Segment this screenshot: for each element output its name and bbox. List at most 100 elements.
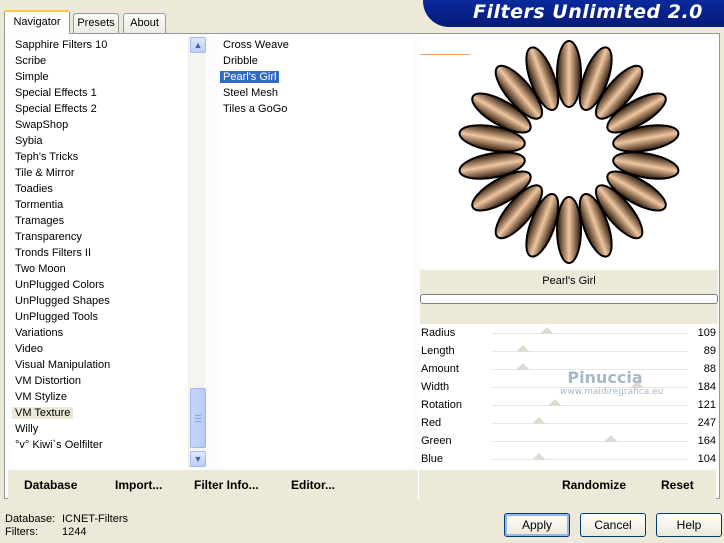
slider-track[interactable] xyxy=(492,333,688,334)
filter-item-label: Steel Mesh xyxy=(223,87,279,99)
slider-value: 88 xyxy=(703,363,716,375)
category-item[interactable]: Special Effects 2 xyxy=(12,101,100,117)
category-list[interactable]: Sapphire Filters 10 Scribe Simple Special E… xyxy=(12,36,188,468)
category-item[interactable]: VM Distortion xyxy=(12,373,84,389)
import-button[interactable]: Import... xyxy=(115,478,162,492)
progress-bar xyxy=(420,294,718,304)
category-item[interactable]: Two Moon xyxy=(12,261,69,277)
category-item-label: Tronds Filters II xyxy=(15,247,91,259)
slider-green[interactable]: Green 164 xyxy=(420,433,718,451)
category-item[interactable]: Sapphire Filters 10 xyxy=(12,37,110,53)
slider-amount[interactable]: Amount 88 xyxy=(420,361,718,379)
category-item[interactable]: SwapShop xyxy=(12,117,71,133)
preview-flower-image xyxy=(458,40,680,264)
category-item-label: Special Effects 2 xyxy=(15,103,97,115)
category-item-label: Visual Manipulation xyxy=(15,359,111,371)
category-item[interactable]: Toadies xyxy=(12,181,56,197)
category-item[interactable]: Tormentia xyxy=(12,197,66,213)
apply-button[interactable]: Apply xyxy=(504,513,570,537)
filter-item-label: Cross Weave xyxy=(223,39,289,51)
slider-label: Blue xyxy=(421,453,444,465)
category-item-label: VM Texture xyxy=(12,407,74,419)
category-item-label: UnPlugged Shapes xyxy=(15,295,110,307)
filters-count-value: 1244 xyxy=(62,526,87,538)
slider-red[interactable]: Red 247 xyxy=(420,415,718,433)
filter-item-label: Tiles a GoGo xyxy=(223,103,288,115)
category-item[interactable]: UnPlugged Shapes xyxy=(12,293,113,309)
category-item[interactable]: Sybia xyxy=(12,133,46,149)
category-item[interactable]: Simple xyxy=(12,69,52,85)
category-item[interactable]: UnPlugged Colors xyxy=(12,277,107,293)
slider-length[interactable]: Length 89 xyxy=(420,343,718,361)
scroll-thumb[interactable] xyxy=(190,388,206,448)
slider-rotation[interactable]: Rotation 121 xyxy=(420,397,718,415)
scroll-up-button[interactable]: ▲ xyxy=(190,37,206,53)
slider-value: 109 xyxy=(697,327,716,339)
slider-blue[interactable]: Blue 104 xyxy=(420,451,718,469)
tab-about[interactable]: About xyxy=(123,13,166,33)
slider-thumb[interactable] xyxy=(540,327,554,334)
reset-button[interactable]: Reset xyxy=(661,478,694,492)
filter-item[interactable]: Pearl's Girl xyxy=(220,69,280,85)
category-item[interactable]: Special Effects 1 xyxy=(12,85,100,101)
category-item[interactable]: VM Stylize xyxy=(12,389,70,405)
slider-value: 121 xyxy=(697,399,716,411)
category-item[interactable]: Video xyxy=(12,341,46,357)
category-item[interactable]: VM Texture xyxy=(12,405,74,421)
slider-track[interactable] xyxy=(492,423,688,424)
category-item[interactable]: Scribe xyxy=(12,53,49,69)
slider-thumb[interactable] xyxy=(516,345,530,352)
category-item-label: UnPlugged Tools xyxy=(15,311,98,323)
slider-thumb[interactable] xyxy=(604,435,618,442)
tab-presets[interactable]: Presets xyxy=(73,13,119,33)
database-info-value: ICNET-Filters xyxy=(62,513,128,525)
filter-info-button[interactable]: Filter Info... xyxy=(194,478,259,492)
category-item[interactable]: Tronds Filters II xyxy=(12,245,94,261)
slider-track[interactable] xyxy=(492,387,688,388)
category-item[interactable]: Visual Manipulation xyxy=(12,357,113,373)
category-item[interactable]: UnPlugged Tools xyxy=(12,309,101,325)
scroll-down-button[interactable]: ▼ xyxy=(190,451,206,467)
category-item[interactable]: Teph's Tricks xyxy=(12,149,81,165)
filter-item-label: Dribble xyxy=(223,55,258,67)
category-item[interactable]: Tile & Mirror xyxy=(12,165,77,181)
slider-label: Rotation xyxy=(421,399,462,411)
help-button[interactable]: Help xyxy=(656,513,722,537)
selected-filter-name: Pearl's Girl xyxy=(542,275,596,287)
filter-item[interactable]: Tiles a GoGo xyxy=(220,101,290,117)
category-item[interactable]: Transparency xyxy=(12,229,85,245)
slider-value: 247 xyxy=(697,417,716,429)
category-item[interactable]: Tramages xyxy=(12,213,67,229)
filter-item[interactable]: Steel Mesh xyxy=(220,85,281,101)
category-item-label: Teph's Tricks xyxy=(15,151,79,163)
category-item-label: Willy xyxy=(15,423,39,435)
cancel-button[interactable]: Cancel xyxy=(580,513,646,537)
slider-thumb[interactable] xyxy=(630,381,644,388)
slider-thumb[interactable] xyxy=(532,453,546,460)
slider-track[interactable] xyxy=(492,441,688,442)
slider-track[interactable] xyxy=(492,459,688,460)
category-item-label: Transparency xyxy=(15,231,82,243)
editor-button[interactable]: Editor... xyxy=(291,478,335,492)
filter-item[interactable]: Cross Weave xyxy=(220,37,292,53)
database-info-label: Database: xyxy=(5,513,56,525)
tab-navigator[interactable]: Navigator xyxy=(4,10,70,34)
category-item[interactable]: Variations xyxy=(12,325,66,341)
slider-width[interactable]: Width 184 xyxy=(420,379,718,397)
filter-list[interactable]: Cross Weave Dribble Pearl's Girl Steel Mesh… xyxy=(220,36,414,468)
category-item-label: °v° Kiwi`s Oelfilter xyxy=(15,439,103,451)
filter-item[interactable]: Dribble xyxy=(220,53,261,69)
database-button[interactable]: Database xyxy=(24,478,77,492)
randomize-button[interactable]: Randomize xyxy=(562,478,626,492)
slider-thumb[interactable] xyxy=(516,363,530,370)
category-item-label: UnPlugged Colors xyxy=(15,279,105,291)
category-item[interactable]: °v° Kiwi`s Oelfilter xyxy=(12,437,106,453)
slider-radius[interactable]: Radius 109 xyxy=(420,325,718,343)
slider-label: Length xyxy=(421,345,455,357)
slider-track[interactable] xyxy=(492,405,688,406)
slider-thumb[interactable] xyxy=(532,417,546,424)
category-item[interactable]: Willy xyxy=(12,421,41,437)
slider-thumb[interactable] xyxy=(548,399,562,406)
category-scrollbar[interactable]: ▲ ▼ xyxy=(188,36,206,468)
preview-marker xyxy=(420,54,470,55)
